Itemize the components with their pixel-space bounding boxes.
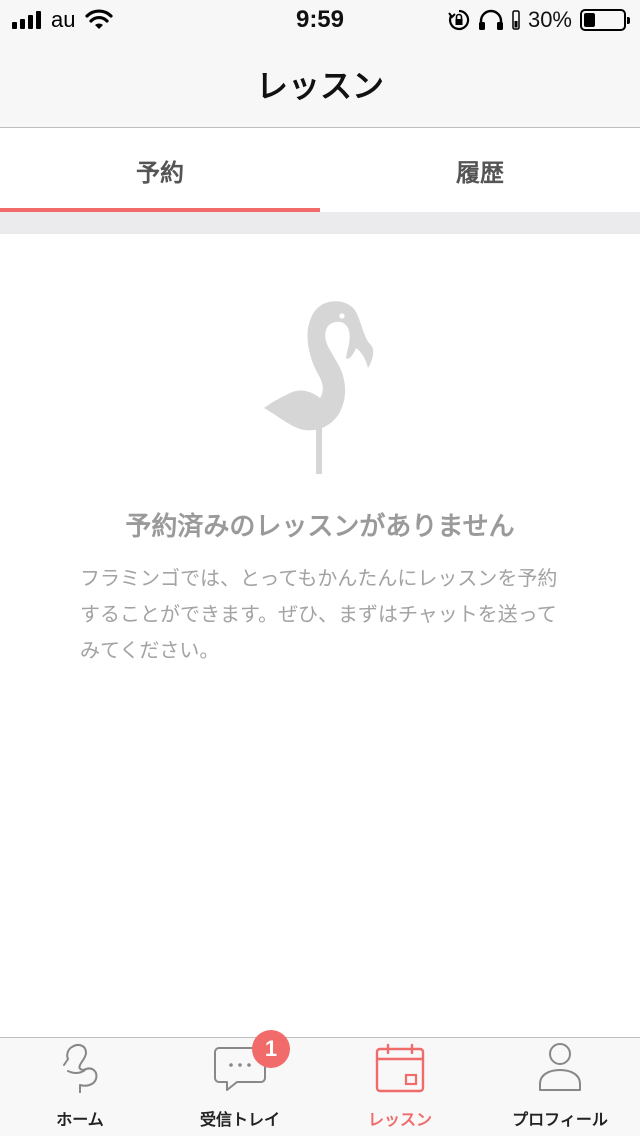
person-icon [539,1043,581,1091]
page-title: レッスン [255,66,384,105]
tab-bar-label-profile: プロフィール [512,1110,608,1129]
battery-percent: 30% [527,7,572,32]
empty-state-description: フラミンゴでは、とってもかんたんにレッスンを予約することができます。ぜひ、まずは… [80,566,558,662]
tab-bar-item-lessons[interactable]: レッスン [320,1038,480,1136]
tab-bar-item-home[interactable]: ホーム [0,1038,160,1136]
tab-reservations-label: 予約 [136,159,184,187]
tab-bar-item-profile[interactable]: プロフィール [480,1038,640,1136]
status-left: au [12,7,114,32]
nav-bar: レッスン [0,40,640,128]
bottom-tab-bar: ホーム 1 受信トレイ レッスン プロフィール [0,1030,640,1136]
flamingo-illustration [264,301,374,474]
signal-icon [12,11,41,29]
tab-bar-label-inbox: 受信トレイ [199,1110,280,1129]
status-bar: au 9:59 30% [0,0,640,40]
carrier-label: au [51,7,76,32]
calendar-icon [375,1043,425,1093]
status-right: 30% [448,7,630,32]
empty-state-title: 予約済みのレッスンがありません [125,512,515,542]
tab-bar-label-home: ホーム [56,1110,104,1129]
orientation-lock-icon [448,9,470,31]
tab-history-label: 履歴 [456,159,504,187]
headphones-icon [478,9,503,30]
battery-saver-icon [512,10,520,30]
battery-level [584,13,595,27]
battery-icon [580,9,630,31]
wifi-icon [85,9,114,29]
flamingo-icon [63,1044,98,1093]
tab-bar-item-inbox[interactable]: 1 受信トレイ [160,1030,320,1136]
unread-badge: 1 [252,1030,290,1068]
tab-history[interactable]: 履歴 [320,129,640,212]
section-divider [0,212,640,234]
lesson-tabs: 予約 履歴 [0,129,640,212]
tab-reservations[interactable]: 予約 [0,129,320,212]
tab-bar-label-lessons: レッスン [367,1110,432,1129]
